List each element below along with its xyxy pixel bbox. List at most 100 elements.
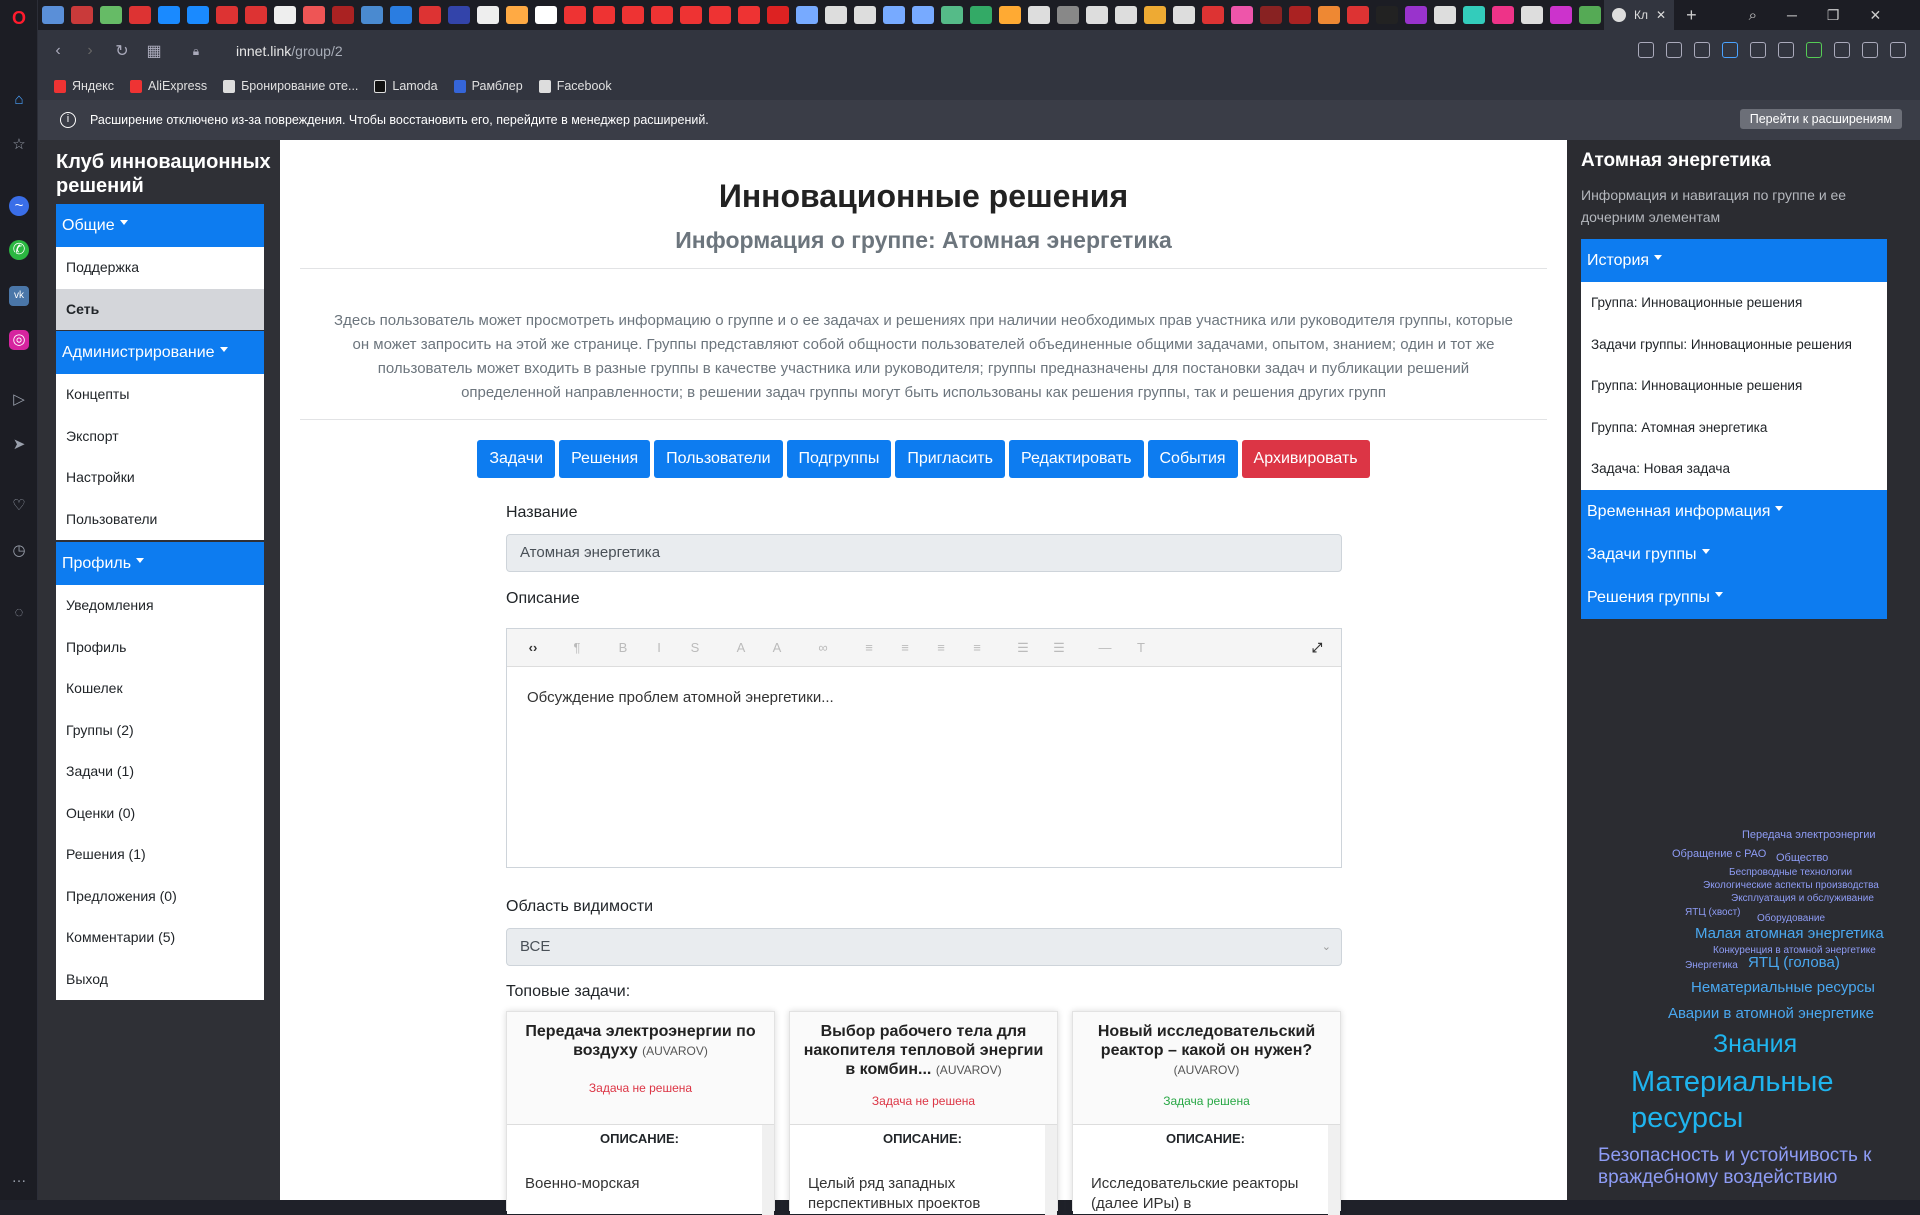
menu-item-solutions[interactable]: Решения (1): [56, 834, 264, 876]
tab-favicon[interactable]: [1405, 6, 1427, 24]
editor-content[interactable]: Обсуждение проблем атомной энергетики...: [507, 667, 1341, 728]
menu-item-concepts[interactable]: Концепты: [56, 374, 264, 416]
visibility-select[interactable]: ВСЕ ⌄: [506, 928, 1342, 966]
scrollbar[interactable]: [762, 1125, 774, 1215]
tab-favicon[interactable]: [361, 6, 383, 24]
numbered-list-icon[interactable]: ☰: [1041, 640, 1077, 656]
tab-favicon[interactable]: [1202, 6, 1224, 24]
tag[interactable]: Малая атомная энергетика: [1695, 926, 1884, 941]
history-item[interactable]: Задачи группы: Инновационные решения: [1581, 324, 1887, 366]
tab-favicon[interactable]: [1057, 6, 1079, 24]
menu-item-support[interactable]: Поддержка: [56, 247, 264, 289]
menu-item-wallet[interactable]: Кошелек: [56, 668, 264, 710]
tag[interactable]: враждебному воздействию: [1598, 1168, 1837, 1187]
tabs-grid-icon[interactable]: ▦: [138, 41, 170, 61]
strikethrough-icon[interactable]: S: [677, 640, 713, 655]
menu-item-tasks[interactable]: Задачи (1): [56, 751, 264, 793]
download-icon[interactable]: [1862, 42, 1878, 58]
tab-favicon[interactable]: [883, 6, 905, 24]
tag[interactable]: ресурсы: [1631, 1104, 1743, 1133]
tasks-button[interactable]: Задачи: [477, 440, 556, 478]
task-card[interactable]: Выбор рабочего тела для накопителя тепло…: [789, 1011, 1058, 1215]
play-icon[interactable]: ▷: [9, 390, 29, 410]
menu-item-logout[interactable]: Выход: [56, 959, 264, 1001]
align-center-icon[interactable]: ≡: [887, 640, 923, 655]
tab-favicon[interactable]: [71, 6, 93, 24]
tag[interactable]: Экологические аспекты производства: [1703, 881, 1879, 891]
tab-favicon[interactable]: [941, 6, 963, 24]
tab-favicon[interactable]: [390, 6, 412, 24]
tab-favicon[interactable]: [651, 6, 673, 24]
paragraph-icon[interactable]: ¶: [559, 640, 595, 655]
menu-item-notifications[interactable]: Уведомления: [56, 585, 264, 627]
tab-favicon[interactable]: [1579, 6, 1601, 24]
scrollbar[interactable]: [1328, 1125, 1340, 1215]
back-icon[interactable]: ‹: [42, 42, 74, 60]
tag[interactable]: Безопасность и устойчивость к: [1598, 1146, 1871, 1165]
code-view-icon[interactable]: ‹›: [515, 640, 551, 655]
tag[interactable]: Общество: [1776, 853, 1828, 864]
tab-favicon[interactable]: [1492, 6, 1514, 24]
tag[interactable]: Аварии в атомной энергетике: [1668, 1006, 1874, 1021]
group-solutions-header[interactable]: Решения группы: [1581, 575, 1887, 619]
tab-favicon[interactable]: [1521, 6, 1543, 24]
instagram-icon[interactable]: ◎: [9, 330, 29, 350]
tab-favicon[interactable]: [1086, 6, 1108, 24]
menu-item-proposals[interactable]: Предложения (0): [56, 876, 264, 918]
tab-favicon[interactable]: [129, 6, 151, 24]
home-icon[interactable]: ⌂: [9, 90, 29, 110]
send-icon[interactable]: [1750, 42, 1766, 58]
bookmark-item[interactable]: Яндекс: [54, 79, 114, 93]
messenger-icon[interactable]: ~: [9, 196, 29, 216]
history-item[interactable]: Группа: Инновационные решения: [1581, 365, 1887, 407]
tag[interactable]: Энергетика: [1685, 961, 1738, 971]
tab-favicon[interactable]: [303, 6, 325, 24]
clear-format-icon[interactable]: T: [1123, 640, 1159, 655]
tag[interactable]: ЯТЦ (хвост): [1685, 908, 1741, 918]
star-icon[interactable]: ☆: [9, 135, 29, 155]
cube-icon[interactable]: [1834, 42, 1850, 58]
tab-favicon[interactable]: [535, 6, 557, 24]
tab-favicon[interactable]: [999, 6, 1021, 24]
edit-button[interactable]: Редактировать: [1008, 440, 1144, 478]
reader-icon[interactable]: [1638, 42, 1654, 58]
tab-favicon[interactable]: [564, 6, 586, 24]
tab-favicon[interactable]: [1231, 6, 1253, 24]
history-item[interactable]: Группа: Инновационные решения: [1581, 282, 1887, 324]
tab-favicon[interactable]: [1550, 6, 1572, 24]
tab-favicon[interactable]: [1376, 6, 1398, 24]
tab-favicon[interactable]: [1289, 6, 1311, 24]
bookmark-item[interactable]: Lamoda: [374, 79, 438, 93]
align-justify-icon[interactable]: ≡: [959, 640, 995, 655]
heart-icon[interactable]: ♡: [9, 496, 29, 516]
heart-icon[interactable]: [1778, 42, 1794, 58]
maximize-icon[interactable]: ❐: [1827, 7, 1840, 24]
name-input[interactable]: Атомная энергетика: [506, 534, 1342, 572]
menu-item-settings[interactable]: Настройки: [56, 457, 264, 499]
solutions-button[interactable]: Решения: [559, 440, 651, 478]
tab-favicon[interactable]: [680, 6, 702, 24]
tab-favicon[interactable]: [854, 6, 876, 24]
archive-button[interactable]: Архивировать: [1241, 440, 1370, 478]
minimize-icon[interactable]: ─: [1787, 7, 1797, 23]
temp-info-header[interactable]: Временная информация: [1581, 489, 1887, 533]
tag[interactable]: Эксплуатация и обслуживание: [1731, 894, 1874, 904]
align-left-icon[interactable]: ≡: [851, 640, 887, 655]
tab-favicon[interactable]: [506, 6, 528, 24]
tab-favicon[interactable]: [767, 6, 789, 24]
menu-header-general[interactable]: Общие: [56, 204, 264, 247]
fullscreen-icon[interactable]: ⤢: [1299, 640, 1335, 656]
events-button[interactable]: События: [1147, 440, 1238, 478]
forward-icon[interactable]: ›: [74, 42, 106, 60]
tab-favicon[interactable]: [1463, 6, 1485, 24]
tab-favicon[interactable]: [709, 6, 731, 24]
tab-favicon[interactable]: [216, 6, 238, 24]
bookmark-item[interactable]: Бронирование оте...: [223, 79, 358, 93]
active-tab[interactable]: Кл ✕: [1604, 0, 1675, 30]
tag[interactable]: Беспроводные технологии: [1729, 868, 1852, 878]
close-tab-icon[interactable]: ✕: [1656, 8, 1666, 22]
vk-icon[interactable]: vk: [9, 286, 29, 306]
menu-header-profile[interactable]: Профиль: [56, 542, 264, 585]
whatsapp-icon[interactable]: ✆: [9, 240, 29, 260]
shield-icon[interactable]: [1722, 42, 1738, 58]
